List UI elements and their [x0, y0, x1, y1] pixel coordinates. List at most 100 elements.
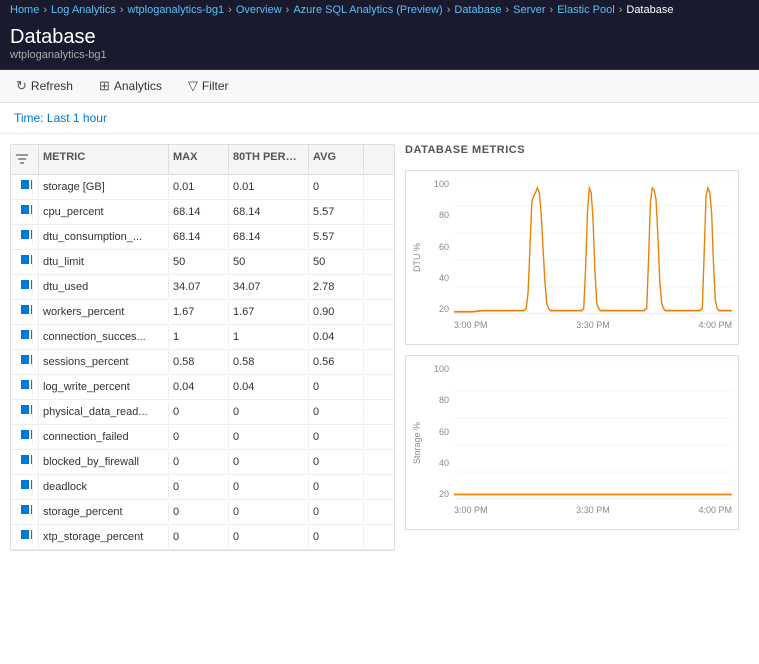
- breadcrumb-current: Database: [626, 4, 673, 16]
- col-80th: 80TH PERCE...: [229, 145, 309, 174]
- breadcrumb-overview[interactable]: Overview: [236, 4, 282, 16]
- dtu-chart: DTU % 100 80 60 40 20: [405, 170, 739, 345]
- row-metric: physical_data_read...: [39, 401, 169, 423]
- row-pct80: 0: [229, 426, 309, 448]
- table-row[interactable]: dtu_limit 50 50 50: [11, 250, 394, 275]
- row-pct80: 1: [229, 326, 309, 348]
- table-row[interactable]: cpu_percent 68.14 68.14 5.57: [11, 200, 394, 225]
- breadcrumb-azure-sql[interactable]: Azure SQL Analytics (Preview): [293, 4, 442, 16]
- row-icon: [11, 425, 39, 449]
- row-max: 0: [169, 501, 229, 523]
- row-pct80: 0: [229, 451, 309, 473]
- row-pct80: 0.58: [229, 351, 309, 373]
- table-row[interactable]: connection_succes... 1 1 0.04: [11, 325, 394, 350]
- table-header: METRIC MAX 80TH PERCE... AVG: [11, 145, 394, 175]
- breadcrumb-server[interactable]: Server: [513, 4, 545, 16]
- col-avg: AVG: [309, 145, 364, 174]
- row-max: 0: [169, 476, 229, 498]
- breadcrumb-home[interactable]: Home: [10, 4, 39, 16]
- row-max: 1: [169, 326, 229, 348]
- row-avg: 0: [309, 501, 364, 523]
- row-metric: xtp_storage_percent: [39, 526, 169, 548]
- row-metric: connection_succes...: [39, 326, 169, 348]
- page-subtitle: wtploganalytics-bg1: [10, 49, 749, 61]
- row-avg: 0: [309, 401, 364, 423]
- table-row[interactable]: dtu_consumption_... 68.14 68.14 5.57: [11, 225, 394, 250]
- row-avg: 0.90: [309, 301, 364, 323]
- row-metric: storage_percent: [39, 501, 169, 523]
- charts-title: DATABASE METRICS: [405, 144, 739, 156]
- row-icon: [11, 375, 39, 399]
- table-row[interactable]: physical_data_read... 0 0 0: [11, 400, 394, 425]
- row-max: 0: [169, 426, 229, 448]
- row-max: 68.14: [169, 201, 229, 223]
- dtu-y-axis: 100 80 60 40 20: [424, 179, 452, 314]
- table-row[interactable]: sessions_percent 0.58 0.58 0.56: [11, 350, 394, 375]
- table-row[interactable]: xtp_storage_percent 0 0 0: [11, 525, 394, 550]
- row-metric: dtu_used: [39, 276, 169, 298]
- table-body: storage [GB] 0.01 0.01 0 cpu_percent 68.…: [11, 175, 394, 550]
- page-header: Database wtploganalytics-bg1: [0, 20, 759, 70]
- analytics-button[interactable]: ⊞ Analytics: [95, 76, 166, 96]
- table-row[interactable]: connection_failed 0 0 0: [11, 425, 394, 450]
- row-metric: workers_percent: [39, 301, 169, 323]
- row-pct80: 0: [229, 501, 309, 523]
- row-metric: deadlock: [39, 476, 169, 498]
- storage-y-axis: 100 80 60 40 20: [424, 364, 452, 499]
- refresh-button[interactable]: ↻ Refresh: [12, 76, 77, 96]
- table-row[interactable]: storage [GB] 0.01 0.01 0: [11, 175, 394, 200]
- row-icon: [11, 225, 39, 249]
- storage-y-label: Storage %: [412, 364, 422, 521]
- row-icon: [11, 325, 39, 349]
- row-pct80: 0: [229, 476, 309, 498]
- table-row[interactable]: storage_percent 0 0 0: [11, 500, 394, 525]
- dtu-plot: [454, 179, 732, 314]
- row-icon: [11, 250, 39, 274]
- table-row[interactable]: log_write_percent 0.04 0.04 0: [11, 375, 394, 400]
- row-avg: 0: [309, 526, 364, 548]
- row-metric: dtu_limit: [39, 251, 169, 273]
- row-icon: [11, 525, 39, 549]
- toolbar: ↻ Refresh ⊞ Analytics ▽ Filter: [0, 70, 759, 103]
- row-avg: 0.04: [309, 326, 364, 348]
- filter-button[interactable]: ▽ Filter: [184, 76, 233, 96]
- table-row[interactable]: dtu_used 34.07 34.07 2.78: [11, 275, 394, 300]
- row-icon: [11, 400, 39, 424]
- row-metric: storage [GB]: [39, 176, 169, 198]
- row-avg: 0: [309, 451, 364, 473]
- row-icon: [11, 175, 39, 199]
- row-icon: [11, 300, 39, 324]
- row-avg: 2.78: [309, 276, 364, 298]
- page-title: Database: [10, 26, 749, 49]
- table-row[interactable]: blocked_by_firewall 0 0 0: [11, 450, 394, 475]
- row-metric: connection_failed: [39, 426, 169, 448]
- breadcrumb: Home › Log Analytics › wtploganalytics-b…: [0, 0, 759, 20]
- breadcrumb-workspace[interactable]: wtploganalytics-bg1: [128, 4, 225, 16]
- breadcrumb-elastic-pool[interactable]: Elastic Pool: [557, 4, 614, 16]
- storage-chart: Storage % 100 80 60 40 20: [405, 355, 739, 530]
- row-pct80: 68.14: [229, 226, 309, 248]
- dtu-y-label: DTU %: [412, 179, 422, 336]
- row-metric: blocked_by_firewall: [39, 451, 169, 473]
- row-pct80: 0: [229, 526, 309, 548]
- row-metric: dtu_consumption_...: [39, 226, 169, 248]
- time-filter-bar: Time: Last 1 hour: [0, 103, 759, 134]
- main-content: METRIC MAX 80TH PERCE... AVG storage [GB…: [0, 134, 759, 561]
- row-avg: 0.56: [309, 351, 364, 373]
- charts-section: DATABASE METRICS DTU % 100 80 60 40 20: [395, 144, 749, 551]
- row-max: 0.58: [169, 351, 229, 373]
- row-icon: [11, 500, 39, 524]
- row-max: 34.07: [169, 276, 229, 298]
- row-avg: 0: [309, 376, 364, 398]
- row-metric: sessions_percent: [39, 351, 169, 373]
- storage-x-axis: 3:00 PM 3:30 PM 4:00 PM: [454, 501, 732, 519]
- table-row[interactable]: deadlock 0 0 0: [11, 475, 394, 500]
- breadcrumb-log-analytics[interactable]: Log Analytics: [51, 4, 116, 16]
- table-row[interactable]: workers_percent 1.67 1.67 0.90: [11, 300, 394, 325]
- row-icon: [11, 475, 39, 499]
- row-pct80: 1.67: [229, 301, 309, 323]
- row-avg: 50: [309, 251, 364, 273]
- time-filter-label: Time:: [14, 111, 44, 125]
- time-filter-value[interactable]: Last 1 hour: [47, 111, 107, 125]
- breadcrumb-database[interactable]: Database: [454, 4, 501, 16]
